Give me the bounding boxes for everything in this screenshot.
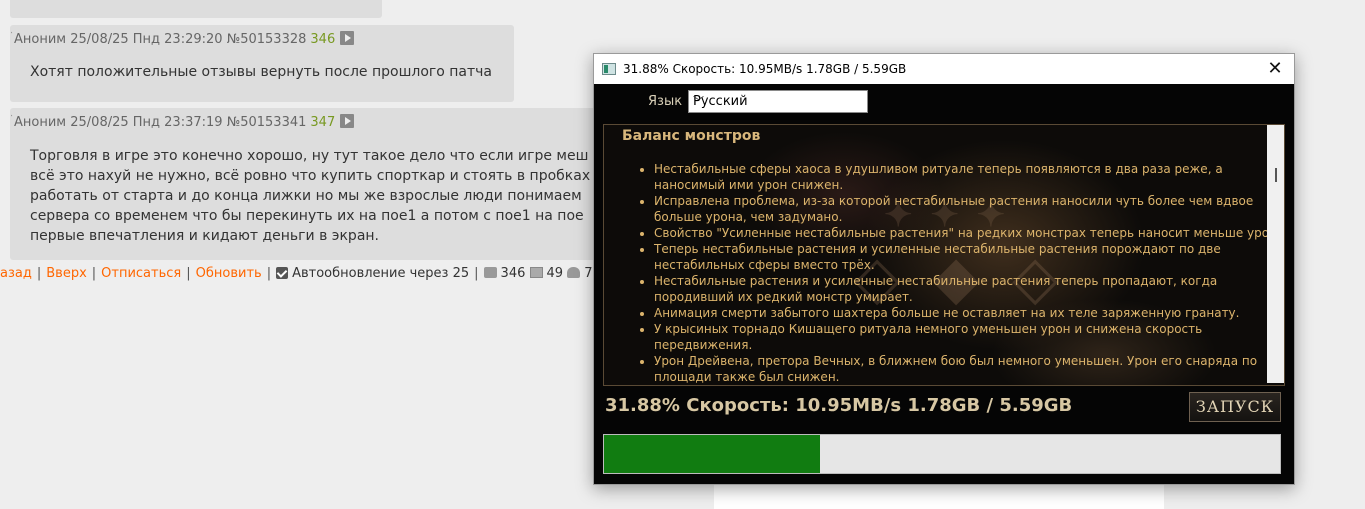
launcher-window: 31.88% Скорость: 10.95MB/s 1.78GB / 5.59… (593, 53, 1295, 485)
note-item: Анимация смерти забытого шахтера больше … (654, 305, 1284, 321)
app-icon (602, 63, 616, 75)
autoupdate-checkbox[interactable] (276, 267, 289, 279)
users-icon (567, 267, 581, 278)
post-line: всё это нахуй не нужно, всё ровно что ку… (30, 168, 591, 184)
post-header: Аноним 25/08/25 Пнд 23:29:20 №50153328 34… (14, 31, 355, 47)
posts-count: 346 (500, 266, 526, 281)
launch-button[interactable]: ЗАПУСК (1189, 392, 1281, 422)
progress-fill (604, 435, 820, 473)
image-icon (529, 267, 543, 278)
launcher-content: Язык Русский ﹀ ✦ ✦ ✦ ◇ ◆ ◇ Баланс монстр… (594, 84, 1294, 484)
post-marker: ⋅ (10, 111, 14, 122)
post-datetime: 25/08/25 Пнд 23:37:19 (70, 115, 223, 130)
images-count: 49 (546, 266, 564, 281)
post-header: Аноним 25/08/25 Пнд 23:37:19 №50153341 34… (14, 114, 355, 130)
refresh-link[interactable]: Обновить (196, 266, 262, 281)
scrollbar[interactable] (1267, 125, 1284, 383)
comments-icon (483, 267, 497, 278)
post-line: первые впечатления и кидают деньги в экр… (30, 228, 379, 244)
note-item: Теперь нестабильные растения и усиленные… (654, 241, 1284, 273)
download-progress-bar (603, 434, 1281, 474)
download-status: 31.88% Скорость: 10.95MB/s 1.78GB / 5.59… (605, 395, 1073, 416)
nav-separator: | (266, 266, 272, 281)
scroll-thumb[interactable] (1275, 168, 1277, 182)
note-item: У крысиных торнадо Кишащего ритуала немн… (654, 321, 1284, 353)
chevron-down-icon: ﹀ (693, 95, 704, 108)
post-id-link[interactable]: №50153341 (227, 115, 307, 130)
nav-separator: | (186, 266, 191, 281)
notes-title: Баланс монстров (622, 128, 761, 144)
language-label: Язык (648, 94, 683, 109)
nav-separator: | (36, 266, 42, 281)
note-item: Урон Дрейвена, претора Вечных, в ближнем… (654, 353, 1284, 385)
note-item: Свойство "Усиленные нестабильные растени… (654, 225, 1284, 241)
post-number: 346 (310, 32, 336, 47)
post-message: Торговля в игре это конечно хорошо, ну т… (30, 146, 590, 246)
close-button[interactable]: ✕ (1262, 56, 1288, 82)
unsubscribe-link[interactable]: Отписаться (101, 266, 181, 281)
language-select[interactable]: Русский ﹀ (688, 90, 868, 113)
post-line: сервера со временем что бы перекинуть их… (30, 208, 584, 224)
up-link[interactable]: Вверх (46, 266, 87, 281)
post-author: Аноним (14, 115, 67, 130)
forum-post: ⋅ Аноним 25/08/25 Пнд 23:37:19 №50153341… (10, 108, 630, 260)
post-author: Аноним (14, 32, 67, 47)
nav-separator: | (91, 266, 97, 281)
page-panel (714, 484, 1164, 509)
patch-notes-panel[interactable]: ✦ ✦ ✦ ◇ ◆ ◇ Баланс монстров Нестабильные… (603, 124, 1285, 386)
post-marker: ⋅ (10, 28, 14, 39)
note-item: Нестабильные сферы хаоса в удушливом рит… (654, 161, 1284, 193)
play-icon[interactable] (340, 31, 355, 45)
note-item: Улучшен визуальный эффект нестабильных с… (654, 385, 1285, 386)
autoupdate-label: Автообновление через 25 (292, 266, 470, 281)
post-id-link[interactable]: №50153328 (227, 32, 307, 47)
post-line: Хотят положительные отзывы вернуть после… (30, 64, 493, 80)
post-line: работать от старта и до конца лижки но м… (30, 188, 582, 204)
post-message: Хотят положительные отзывы вернуть после… (30, 62, 492, 82)
back-link[interactable]: азад (0, 266, 32, 281)
previous-post-stub (10, 0, 382, 18)
play-icon[interactable] (340, 114, 355, 128)
post-line: Торговля в игре это конечно хорошо, ну т… (30, 148, 589, 164)
window-title: 31.88% Скорость: 10.95MB/s 1.78GB / 5.59… (623, 62, 907, 76)
users-count: 7 (584, 266, 593, 281)
post-datetime: 25/08/25 Пнд 23:29:20 (70, 32, 223, 47)
notes-list: Нестабильные сферы хаоса в удушливом рит… (622, 161, 1285, 386)
nav-separator: | (474, 266, 479, 281)
post-number: 347 (310, 115, 336, 130)
window-titlebar[interactable]: 31.88% Скорость: 10.95MB/s 1.78GB / 5.59… (594, 54, 1294, 84)
note-item: Исправлена проблема, из-за которой неста… (654, 193, 1284, 225)
forum-post: ⋅ Аноним 25/08/25 Пнд 23:29:20 №50153328… (10, 25, 514, 102)
note-item: Нестабильные растения и усиленные нестаб… (654, 273, 1284, 305)
thread-nav: азад | Вверх | Отписаться | Обновить | Автообнов… (0, 266, 592, 281)
